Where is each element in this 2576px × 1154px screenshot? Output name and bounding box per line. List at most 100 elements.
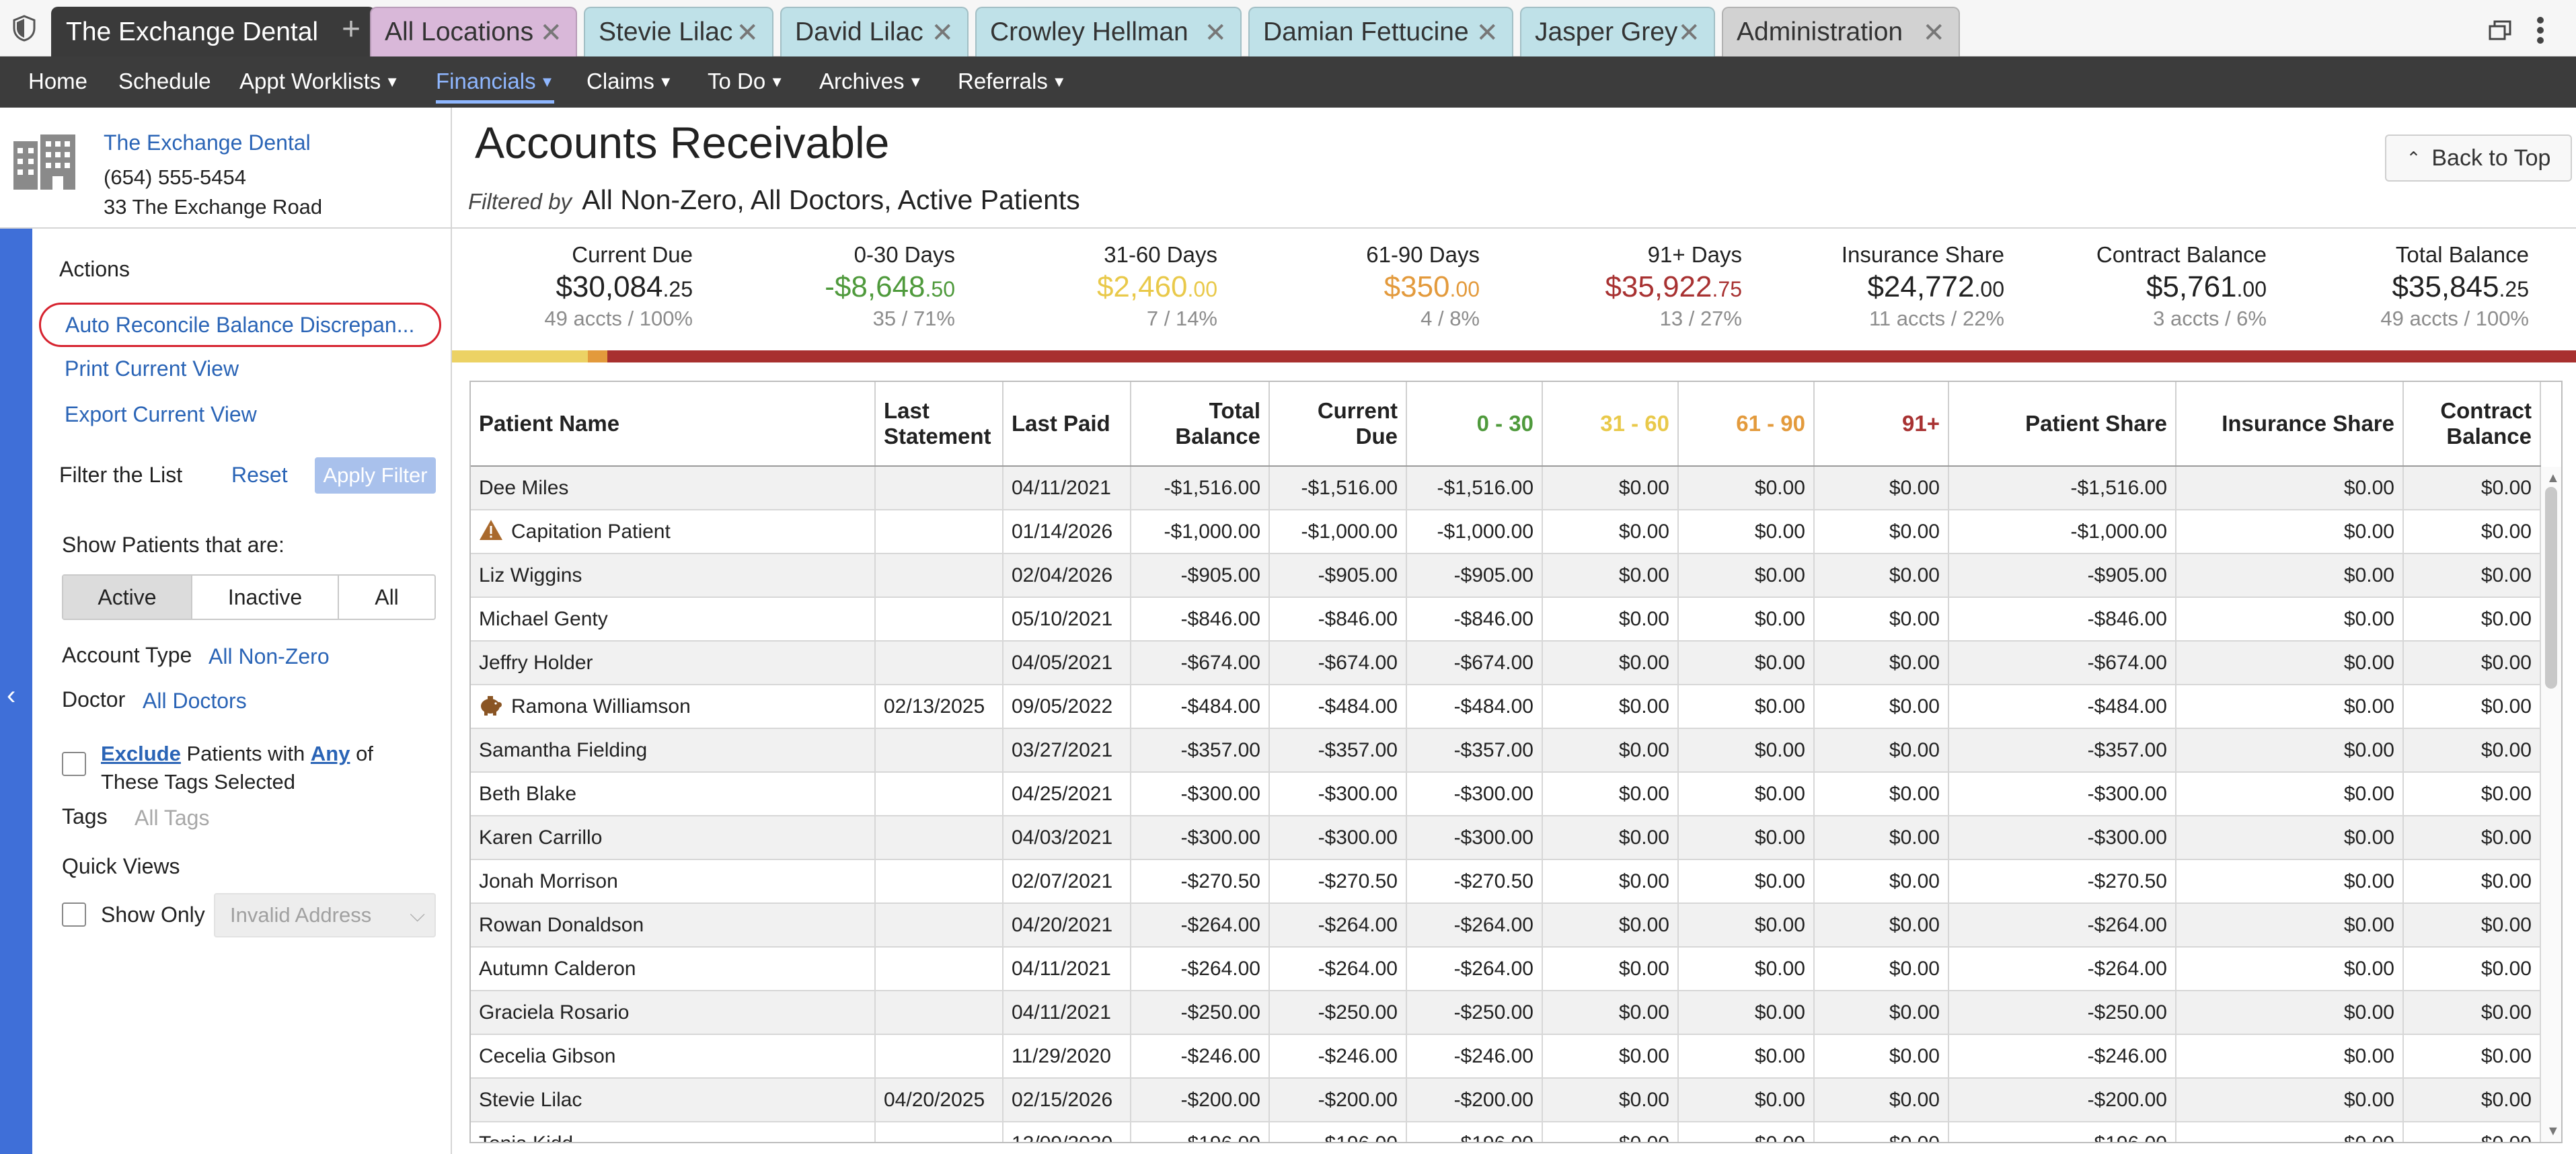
nav-claims[interactable]: Claims ▼ bbox=[586, 69, 673, 94]
close-tab-icon[interactable]: ✕ bbox=[1677, 20, 1700, 46]
patient-name-cell[interactable]: Cecelia Gibson bbox=[471, 1035, 876, 1077]
nav-home[interactable]: Home bbox=[28, 69, 87, 94]
add-tab-icon[interactable]: + bbox=[342, 13, 361, 46]
column-header[interactable]: Last Statement bbox=[876, 382, 1003, 465]
close-tab-icon[interactable]: ✕ bbox=[1922, 20, 1945, 46]
patient-name-cell[interactable]: Autumn Calderon bbox=[471, 948, 876, 990]
column-header[interactable]: Total Balance bbox=[1131, 382, 1270, 465]
tab-all-locations[interactable]: All Locations ✕ bbox=[370, 7, 577, 56]
scrollbar-thumb[interactable] bbox=[2545, 487, 2557, 689]
column-header[interactable]: Insurance Share bbox=[2176, 382, 2404, 465]
table-row[interactable]: Autumn Calderon 04/11/2021 -$264.00 -$264.0… bbox=[471, 948, 2541, 991]
column-header[interactable]: Current Due bbox=[1270, 382, 1407, 465]
patient-name-cell[interactable]: Stevie Lilac bbox=[471, 1079, 876, 1121]
status-inactive-option[interactable]: Inactive bbox=[192, 576, 339, 619]
table-row[interactable]: Capitation Patient 01/14/2026 -$1,000.00 -$… bbox=[471, 510, 2541, 554]
table-row[interactable]: Rowan Donaldson 04/20/2021 -$264.00 -$264.0… bbox=[471, 904, 2541, 948]
patient-name-cell[interactable]: Liz Wiggins bbox=[471, 554, 876, 597]
tab-david-lilac[interactable]: David Lilac ✕ bbox=[780, 7, 969, 56]
nav-financials[interactable]: Financials ▼ bbox=[436, 69, 555, 104]
tab-stevie-lilac[interactable]: Stevie Lilac ✕ bbox=[584, 7, 773, 56]
any-toggle-link[interactable]: Any bbox=[311, 742, 350, 765]
patient-name-cell[interactable]: Rowan Donaldson bbox=[471, 904, 876, 946]
patient-name-cell[interactable]: Beth Blake bbox=[471, 773, 876, 815]
doctor-dropdown[interactable]: All Doctors bbox=[143, 689, 247, 714]
table-row[interactable]: Stevie Lilac 04/20/2025 02/15/2026 -$200.00… bbox=[471, 1079, 2541, 1122]
back-to-top-button[interactable]: ⌃ Back to Top bbox=[2385, 134, 2572, 182]
auto-reconcile-link[interactable]: Auto Reconcile Balance Discrepan... bbox=[65, 313, 414, 338]
more-menu-icon[interactable] bbox=[2536, 16, 2545, 44]
table-row[interactable]: Liz Wiggins 02/04/2026 -$905.00 -$905.00 -$9… bbox=[471, 554, 2541, 598]
table-row[interactable]: Graciela Rosario 04/11/2021 -$250.00 -$250.… bbox=[471, 991, 2541, 1035]
patient-name-cell[interactable]: Michael Genty bbox=[471, 598, 876, 640]
column-header[interactable]: Patient Name bbox=[471, 382, 876, 465]
nav-referrals[interactable]: Referrals ▼ bbox=[958, 69, 1067, 94]
tab-administration[interactable]: Administration ✕ bbox=[1722, 7, 1960, 56]
cell-text: Graciela Rosario bbox=[479, 1001, 630, 1024]
table-scrollbar[interactable]: ▲ ▼ bbox=[2541, 467, 2561, 1142]
column-header[interactable]: 61 - 90 bbox=[1679, 382, 1815, 465]
column-header[interactable]: 31 - 60 bbox=[1543, 382, 1679, 465]
nav-label: Appt Worklists bbox=[239, 69, 381, 93]
patient-name-cell[interactable]: Jonah Morrison bbox=[471, 860, 876, 902]
restore-window-icon[interactable] bbox=[2489, 20, 2511, 40]
column-header[interactable]: 91+ bbox=[1815, 382, 1949, 465]
table-row[interactable]: Karen Carrillo 04/03/2021 -$300.00 -$300.00… bbox=[471, 816, 2541, 860]
status-active-option[interactable]: Active bbox=[63, 576, 192, 619]
table-row[interactable]: Jeffry Holder 04/05/2021 -$674.00 -$674.00 -… bbox=[471, 642, 2541, 685]
patient-name-cell[interactable]: Jeffry Holder bbox=[471, 642, 876, 684]
cell-text: 12/09/2020 bbox=[1012, 1132, 1112, 1142]
cell-text: $0.00 bbox=[2343, 1045, 2394, 1067]
tags-dropdown[interactable]: All Tags bbox=[135, 806, 209, 831]
table-row[interactable]: Jonah Morrison 02/07/2021 -$270.50 -$270.50… bbox=[471, 860, 2541, 904]
patient-name-cell[interactable]: Ramona Williamson bbox=[471, 685, 876, 728]
column-header[interactable]: Contract Balance bbox=[2404, 382, 2541, 465]
table-cell: 11/29/2020 bbox=[1003, 1035, 1131, 1077]
patient-name-cell[interactable]: Capitation Patient bbox=[471, 510, 876, 553]
table-cell: $0.00 bbox=[1543, 510, 1679, 553]
table-row[interactable]: Beth Blake 04/25/2021 -$300.00 -$300.00 -$30… bbox=[471, 773, 2541, 816]
close-tab-icon[interactable]: ✕ bbox=[931, 20, 954, 46]
table-row[interactable]: Samantha Fielding 03/27/2021 -$357.00 -$357… bbox=[471, 729, 2541, 773]
close-tab-icon[interactable]: ✕ bbox=[1476, 20, 1499, 46]
close-tab-icon[interactable]: ✕ bbox=[736, 20, 759, 46]
patient-name-cell[interactable]: Karen Carrillo bbox=[471, 816, 876, 859]
nav-appt-worklists[interactable]: Appt Worklists ▼ bbox=[239, 69, 400, 94]
table-row[interactable]: Tonia Kidd 12/09/2020 -$196.00 -$196.00 -$19… bbox=[471, 1122, 2541, 1142]
status-all-option[interactable]: All bbox=[339, 576, 434, 619]
location-name-link[interactable]: The Exchange Dental bbox=[104, 130, 311, 155]
sidebar-collapse-toggle[interactable]: ‹ bbox=[0, 229, 32, 1154]
table-row[interactable]: Michael Genty 05/10/2021 -$846.00 -$846.00 -… bbox=[471, 598, 2541, 642]
close-tab-icon[interactable]: ✕ bbox=[539, 20, 562, 46]
patient-name-cell[interactable]: Tonia Kidd bbox=[471, 1122, 876, 1142]
nav-to-do[interactable]: To Do ▼ bbox=[708, 69, 784, 94]
patient-name-cell[interactable]: Graciela Rosario bbox=[471, 991, 876, 1034]
tab-jasper-grey[interactable]: Jasper Grey ✕ bbox=[1520, 7, 1715, 56]
print-current-view-link[interactable]: Print Current View bbox=[65, 356, 239, 381]
column-header[interactable]: Last Paid bbox=[1003, 382, 1131, 465]
table-row[interactable]: Cecelia Gibson 11/29/2020 -$246.00 -$246.00… bbox=[471, 1035, 2541, 1079]
scroll-up-icon[interactable]: ▲ bbox=[2546, 471, 2560, 486]
nav-schedule[interactable]: Schedule bbox=[118, 69, 211, 94]
show-only-select[interactable]: Invalid Address ⌵ bbox=[214, 893, 436, 937]
close-tab-icon[interactable]: ✕ bbox=[1204, 20, 1227, 46]
column-header[interactable]: 0 - 30 bbox=[1407, 382, 1543, 465]
table-cell: $0.00 bbox=[1679, 1079, 1815, 1121]
patient-name-cell[interactable]: Dee Miles bbox=[471, 467, 876, 509]
tab-damian-fettucine[interactable]: Damian Fettucine ✕ bbox=[1248, 7, 1513, 56]
reset-filter-button[interactable]: Reset bbox=[231, 463, 288, 488]
table-row[interactable]: Ramona Williamson 02/13/2025 09/05/2022 -$4… bbox=[471, 685, 2541, 729]
exclude-toggle-link[interactable]: Exclude bbox=[101, 742, 181, 765]
column-header[interactable]: Patient Share bbox=[1949, 382, 2176, 465]
table-row[interactable]: Dee Miles 04/11/2021 -$1,516.00 -$1,516.00 -… bbox=[471, 467, 2541, 510]
scroll-down-icon[interactable]: ▼ bbox=[2546, 1124, 2560, 1139]
exclude-tags-checkbox[interactable] bbox=[62, 752, 86, 776]
account-type-dropdown[interactable]: All Non-Zero bbox=[209, 644, 330, 669]
apply-filter-button[interactable]: Apply Filter bbox=[315, 457, 436, 494]
patient-name-cell[interactable]: Samantha Fielding bbox=[471, 729, 876, 771]
tab-the-exchange-dental[interactable]: The Exchange Dental + bbox=[51, 7, 375, 56]
show-only-checkbox[interactable] bbox=[62, 902, 86, 927]
nav-archives[interactable]: Archives ▼ bbox=[819, 69, 923, 94]
export-current-view-link[interactable]: Export Current View bbox=[65, 402, 257, 427]
tab-crowley-hellman[interactable]: Crowley Hellman ✕ bbox=[975, 7, 1242, 56]
